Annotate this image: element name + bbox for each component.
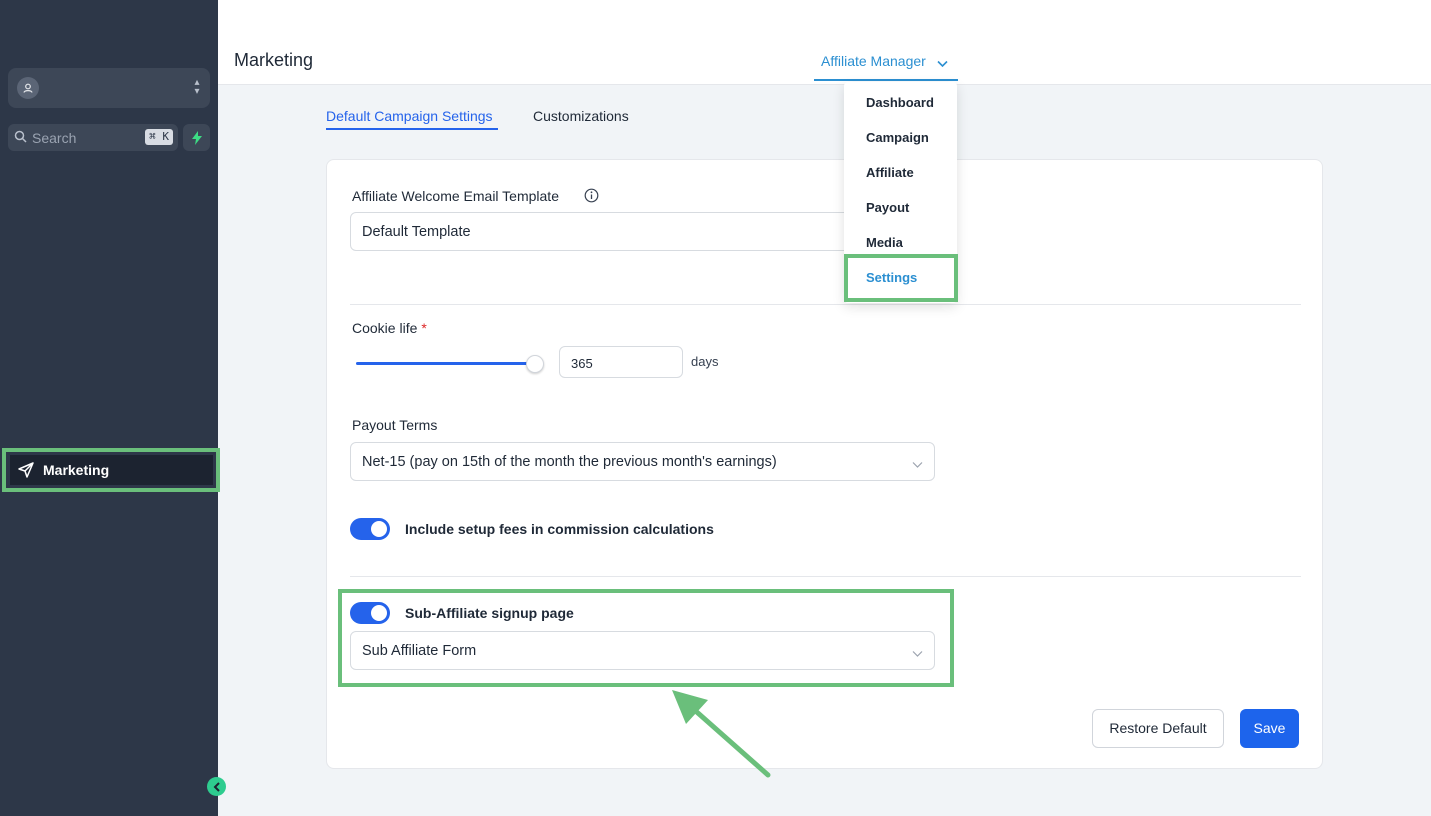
cookie-life-slider-handle[interactable] xyxy=(526,355,544,373)
affiliate-manager-menu[interactable]: Affiliate Manager xyxy=(821,53,926,69)
required-mark: * xyxy=(421,320,427,336)
payout-terms-label: Payout Terms xyxy=(352,417,438,433)
cookie-life-slider-track[interactable] xyxy=(356,362,536,365)
annotation-arrow-icon xyxy=(672,690,771,778)
search-icon xyxy=(14,130,27,148)
divider xyxy=(350,576,1301,577)
menu-item-campaign[interactable]: Campaign xyxy=(866,130,929,145)
save-button[interactable]: Save xyxy=(1240,709,1299,748)
highlight-box xyxy=(2,448,220,492)
quick-action-button[interactable] xyxy=(183,124,210,151)
chevron-down-icon[interactable] xyxy=(937,55,948,73)
sidebar: ▴ ▾ Search ⌘ K Marketing xyxy=(0,0,220,816)
search-placeholder: Search xyxy=(32,130,77,146)
active-tab-underline xyxy=(326,128,498,130)
active-menu-underline xyxy=(814,79,958,81)
cookie-life-value: 365 xyxy=(571,356,593,371)
tab-default-campaign-settings[interactable]: Default Campaign Settings xyxy=(326,108,493,124)
collapse-sidebar-button[interactable] xyxy=(207,777,226,796)
payout-terms-select[interactable]: Net-15 (pay on 15th of the month the pre… xyxy=(350,442,935,481)
chevron-down-icon xyxy=(912,456,923,474)
page-title: Marketing xyxy=(234,50,314,70)
cookie-life-unit: days xyxy=(691,354,719,369)
cookie-life-label: Cookie life * xyxy=(352,320,427,336)
menu-item-media[interactable]: Media xyxy=(866,235,903,250)
chevron-left-icon xyxy=(213,781,220,792)
setup-fees-label: Include setup fees in commission calcula… xyxy=(405,521,714,537)
tab-customizations[interactable]: Customizations xyxy=(533,108,629,124)
highlight-box xyxy=(338,589,954,687)
info-icon[interactable] xyxy=(584,188,599,208)
welcome-email-value: Default Template xyxy=(362,224,471,240)
menu-item-payout[interactable]: Payout xyxy=(866,200,909,215)
search-box[interactable]: Search ⌘ K xyxy=(8,124,178,151)
chevron-updown-icon: ▴ ▾ xyxy=(194,77,200,97)
cookie-life-input[interactable]: 365 xyxy=(559,346,683,378)
divider xyxy=(350,304,1301,305)
menu-item-dashboard[interactable]: Dashboard xyxy=(866,95,934,110)
user-avatar-icon xyxy=(17,77,39,99)
page-header: Marketing Affiliate Manager xyxy=(218,0,1431,85)
restore-default-button[interactable]: Restore Default xyxy=(1092,709,1224,748)
account-switcher[interactable]: ▴ ▾ xyxy=(8,68,210,108)
payout-terms-value: Net-15 (pay on 15th of the month the pre… xyxy=(362,454,777,470)
highlight-box xyxy=(844,254,958,302)
lightning-icon xyxy=(191,130,202,145)
setup-fees-toggle[interactable] xyxy=(350,518,390,540)
menu-item-affiliate[interactable]: Affiliate xyxy=(866,165,914,180)
welcome-email-label: Affiliate Welcome Email Template xyxy=(352,188,559,204)
cookie-life-label-text: Cookie life xyxy=(352,320,418,336)
search-shortcut: ⌘ K xyxy=(145,129,173,145)
